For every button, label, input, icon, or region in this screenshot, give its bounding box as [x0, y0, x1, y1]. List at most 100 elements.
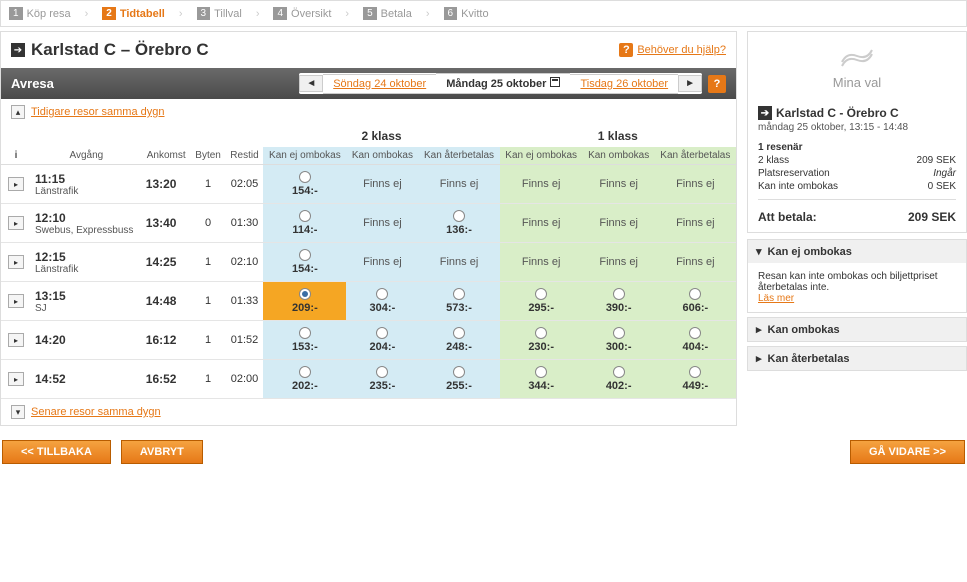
expand-button[interactable]: ▸ — [8, 216, 24, 230]
next-button[interactable]: GÅ VIDARE >> — [850, 440, 965, 464]
price-cell[interactable]: 204:- — [346, 321, 418, 360]
col-info: i — [1, 147, 31, 165]
radio-icon[interactable] — [535, 327, 547, 339]
step-2[interactable]: 2Tidtabell — [102, 7, 165, 20]
table-row: ▸12:15Länstrafik14:25102:10154:-Finns ej… — [1, 243, 736, 282]
earlier-trips[interactable]: ▴ Tidigare resor samma dygn — [1, 99, 736, 125]
radio-icon[interactable] — [613, 366, 625, 378]
date-next[interactable]: Tisdag 26 oktober — [570, 74, 678, 94]
radio-icon[interactable] — [299, 327, 311, 339]
step-1[interactable]: 1Köp resa — [9, 7, 71, 20]
summary-line: Kan inte ombokas0 SEK — [758, 180, 956, 193]
price-cell[interactable]: 300:- — [583, 321, 655, 360]
radio-icon[interactable] — [376, 288, 388, 300]
price-cell[interactable]: 136:- — [418, 204, 499, 243]
date-next-button[interactable]: ► — [678, 75, 702, 92]
price-cell[interactable]: 390:- — [583, 282, 655, 321]
route-title: Karlstad C – Örebro C — [31, 40, 209, 60]
date-prev-button[interactable]: ◄ — [299, 75, 323, 92]
price-cell[interactable]: 209:- — [263, 282, 346, 321]
price-cell[interactable]: 573:- — [418, 282, 499, 321]
radio-icon[interactable] — [376, 366, 388, 378]
price-cell[interactable]: 153:- — [263, 321, 346, 360]
cell-arrival: 13:20 — [142, 165, 191, 204]
price-cell[interactable]: 449:- — [655, 360, 736, 399]
later-link[interactable]: Senare resor samma dygn — [31, 406, 161, 418]
accordion-header[interactable]: ▾Kan ej ombokas — [748, 240, 966, 263]
radio-icon[interactable] — [453, 327, 465, 339]
price-cell[interactable]: 114:- — [263, 204, 346, 243]
price-cell[interactable]: 304:- — [346, 282, 418, 321]
cell-duration: 02:00 — [226, 360, 264, 399]
price-cell[interactable]: 235:- — [346, 360, 418, 399]
expand-button[interactable]: ▸ — [8, 333, 24, 347]
bar-title: Avresa — [11, 76, 54, 91]
help-link[interactable]: ?Behöver du hjälp? — [619, 43, 726, 57]
date-prev[interactable]: Söndag 24 oktober — [323, 74, 436, 94]
step-6: 6Kvitto — [444, 7, 489, 20]
chevron-down-icon: ▾ — [756, 245, 762, 258]
earlier-link[interactable]: Tidigare resor samma dygn — [31, 106, 164, 118]
cell-times: 13:15SJ — [31, 282, 142, 321]
expand-button[interactable]: ▸ — [8, 255, 24, 269]
read-more-link[interactable]: Läs mer — [758, 293, 794, 304]
back-button[interactable]: << TILLBAKA — [2, 440, 111, 464]
expand-button[interactable]: ▸ — [8, 294, 24, 308]
radio-icon[interactable] — [453, 288, 465, 300]
chevron-right-icon: ▸ — [756, 352, 762, 365]
price-cell-na: Finns ej — [500, 204, 583, 243]
radio-icon[interactable] — [299, 288, 311, 300]
accordion-kan-ej-ombokas: ▾Kan ej ombokas Resan kan inte ombokas o… — [747, 239, 967, 313]
price-cell[interactable]: 248:- — [418, 321, 499, 360]
accordion-header[interactable]: ▸Kan återbetalas — [748, 347, 966, 370]
cell-changes: 1 — [191, 282, 226, 321]
price-cell[interactable]: 202:- — [263, 360, 346, 399]
radio-icon[interactable] — [453, 366, 465, 378]
radio-icon[interactable] — [453, 210, 465, 222]
later-trips[interactable]: ▾ Senare resor samma dygn — [1, 399, 736, 425]
radio-icon[interactable] — [299, 366, 311, 378]
expand-button[interactable]: ▸ — [8, 372, 24, 386]
price-cell[interactable]: 402:- — [583, 360, 655, 399]
cancel-button[interactable]: AVBRYT — [121, 440, 203, 464]
help-button[interactable]: ? — [708, 75, 726, 93]
price-cell-na: Finns ej — [583, 243, 655, 282]
col-1klass: 1 klass — [500, 125, 736, 147]
cell-duration: 01:33 — [226, 282, 264, 321]
cell-times: 11:15Länstrafik — [31, 165, 142, 204]
col-ankomst: Ankomst — [142, 147, 191, 165]
radio-icon[interactable] — [376, 327, 388, 339]
radio-icon[interactable] — [613, 288, 625, 300]
price-cell[interactable]: 404:- — [655, 321, 736, 360]
col-restid: Restid — [226, 147, 264, 165]
summary-total: Att betala:209 SEK — [758, 206, 956, 224]
accordion-header[interactable]: ▸Kan ombokas — [748, 318, 966, 341]
radio-icon[interactable] — [535, 366, 547, 378]
mina-val-title: Mina val — [748, 75, 966, 98]
radio-icon[interactable] — [299, 210, 311, 222]
arrow-right-icon: ➔ — [11, 43, 25, 57]
price-cell-na: Finns ej — [655, 243, 736, 282]
table-row: ▸13:15SJ14:48101:33209:-304:-573:-295:-3… — [1, 282, 736, 321]
price-cell[interactable]: 154:- — [263, 243, 346, 282]
radio-icon[interactable] — [613, 327, 625, 339]
radio-icon[interactable] — [535, 288, 547, 300]
chevron-up-icon: ▴ — [11, 105, 25, 119]
radio-icon[interactable] — [689, 288, 701, 300]
calendar-icon[interactable] — [550, 77, 560, 87]
radio-icon[interactable] — [299, 249, 311, 261]
help-icon: ? — [619, 43, 633, 57]
radio-icon[interactable] — [299, 171, 311, 183]
cell-arrival: 16:52 — [142, 360, 191, 399]
price-cell[interactable]: 154:- — [263, 165, 346, 204]
radio-icon[interactable] — [689, 327, 701, 339]
price-cell[interactable]: 295:- — [500, 282, 583, 321]
radio-icon[interactable] — [689, 366, 701, 378]
price-cell[interactable]: 344:- — [500, 360, 583, 399]
expand-button[interactable]: ▸ — [8, 177, 24, 191]
price-cell[interactable]: 230:- — [500, 321, 583, 360]
table-row: ▸11:15Länstrafik13:20102:05154:-Finns ej… — [1, 165, 736, 204]
date-nav: ◄ Söndag 24 oktober Måndag 25 oktober Ti… — [299, 73, 702, 94]
price-cell[interactable]: 606:- — [655, 282, 736, 321]
price-cell[interactable]: 255:- — [418, 360, 499, 399]
